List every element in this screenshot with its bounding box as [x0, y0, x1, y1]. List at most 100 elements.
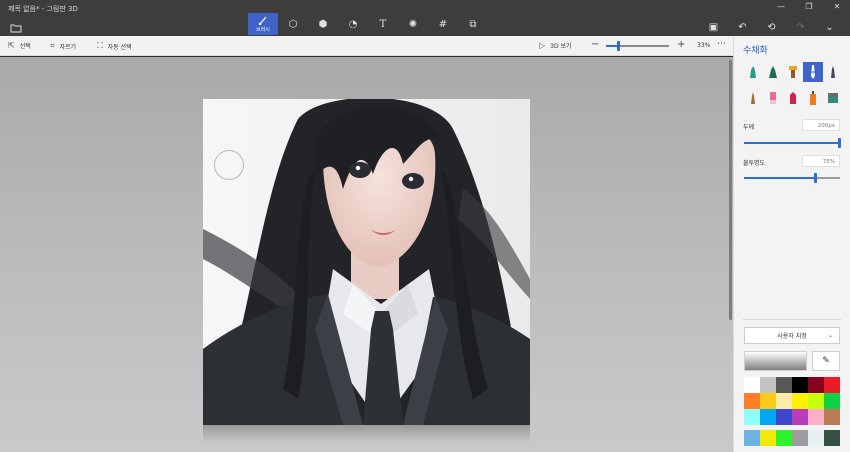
color-palette	[744, 377, 840, 425]
pixel-pen-brush[interactable]	[823, 62, 843, 82]
crayon-icon	[790, 92, 796, 104]
text-icon: T	[379, 18, 387, 30]
palette-color-swatch[interactable]	[808, 377, 824, 393]
palette-color-swatch[interactable]	[824, 377, 840, 393]
close-icon[interactable]: ✕	[830, 2, 844, 11]
palette-color-swatch[interactable]	[776, 409, 792, 425]
marker-brush[interactable]	[743, 62, 763, 82]
canvas-shadow	[203, 425, 530, 443]
palette-color-swatch[interactable]	[744, 409, 760, 425]
select-button[interactable]: ⇱ 선택	[8, 41, 31, 50]
magic-select-icon: ⛶	[97, 41, 103, 50]
stickers-button[interactable]: ◔	[338, 13, 368, 35]
palette-color-swatch[interactable]	[824, 409, 840, 425]
color-preset-dropdown[interactable]: 사용자 지정 ⌄	[744, 327, 840, 344]
effects-icon: ✺	[408, 18, 418, 30]
fill-brush[interactable]	[823, 88, 843, 108]
pencil-brush[interactable]	[743, 88, 763, 108]
spray-can-icon	[810, 91, 816, 105]
3d-shapes-icon: ⬢	[318, 18, 328, 30]
view-3d-button[interactable]: ▷ 3D 보기	[539, 41, 572, 50]
canvas-image[interactable]	[203, 99, 530, 425]
text-button[interactable]: T	[368, 13, 398, 35]
palette-color-swatch[interactable]	[792, 409, 808, 425]
eyedropper-icon[interactable]: ✎	[812, 351, 840, 371]
custom-color-swatch[interactable]	[792, 430, 808, 446]
3d-library-button[interactable]: ⧉	[458, 13, 488, 35]
2d-shapes-button[interactable]: ⬡	[278, 13, 308, 35]
zoom-out-button[interactable]: −	[591, 39, 599, 50]
eraser-brush[interactable]	[763, 88, 783, 108]
brush-grid	[743, 62, 843, 108]
magic-select-button[interactable]: ⛶ 자동 선택	[97, 41, 132, 51]
sub-toolbar: ⇱ 선택 ⌗ 자르기 ⛶ 자동 선택 ▷ 3D 보기 − + 33% ⋯	[0, 36, 733, 56]
palette-color-swatch[interactable]	[776, 393, 792, 409]
palette-color-swatch[interactable]	[776, 377, 792, 393]
redo-icon: ↷	[796, 21, 805, 33]
view-3d-icon: ▷	[539, 41, 546, 50]
palette-color-swatch[interactable]	[808, 409, 824, 425]
custom-color-swatch[interactable]	[776, 430, 792, 446]
undo-button[interactable]: ↶	[728, 16, 757, 38]
canvas-icon: #	[438, 18, 448, 30]
more-icon[interactable]: ⋯	[717, 39, 726, 49]
palette-color-swatch[interactable]	[808, 393, 824, 409]
menu-folder-icon[interactable]	[10, 18, 22, 33]
palette-color-swatch[interactable]	[744, 393, 760, 409]
thickness-slider[interactable]	[744, 138, 841, 148]
palette-color-swatch[interactable]	[744, 377, 760, 393]
marker-icon	[750, 66, 756, 78]
palette-color-swatch[interactable]	[792, 377, 808, 393]
palette-color-swatch[interactable]	[824, 393, 840, 409]
calligraphy-brush[interactable]	[763, 62, 783, 82]
custom-color-swatch[interactable]	[744, 430, 760, 446]
opacity-slider-fill	[744, 177, 816, 179]
crayon-brush[interactable]	[783, 88, 803, 108]
crop-label: 자르기	[59, 43, 77, 51]
pencil-icon	[751, 92, 755, 104]
panel-title: 수채화	[743, 46, 768, 56]
history-icon: ⟲	[767, 21, 776, 33]
crop-button[interactable]: ⌗ 자르기	[50, 41, 76, 51]
brush-tool-button[interactable]: 브러시	[248, 13, 278, 35]
opacity-input[interactable]: 75%	[802, 155, 840, 167]
zoom-slider[interactable]	[606, 41, 669, 51]
chevron-down-icon: ⌄	[825, 21, 834, 33]
palette-color-swatch[interactable]	[760, 409, 776, 425]
oil-brush[interactable]	[783, 62, 803, 82]
paste-button[interactable]: ▣	[699, 16, 728, 38]
vertical-scrollbar[interactable]	[729, 60, 732, 320]
main-tools: 브러시 ⬡ ⬢ ◔ T ✺ # ⧉	[248, 13, 488, 35]
crop-icon: ⌗	[50, 41, 55, 50]
undo-icon: ↶	[738, 21, 747, 33]
custom-color-swatch[interactable]	[824, 430, 840, 446]
chevron-down-icon: ⌄	[827, 332, 833, 339]
current-color-swatch[interactable]	[744, 351, 807, 371]
restore-icon[interactable]: ❐	[802, 2, 816, 11]
custom-color-swatch[interactable]	[808, 430, 824, 446]
select-label: 선택	[19, 43, 31, 50]
canvas-button[interactable]: #	[428, 13, 458, 35]
palette-color-swatch[interactable]	[760, 377, 776, 393]
opacity-slider[interactable]	[744, 173, 840, 183]
opacity-slider-thumb[interactable]	[814, 173, 817, 183]
history-button[interactable]: ⟲	[757, 16, 786, 38]
redo-button[interactable]: ↷	[786, 16, 815, 38]
palette-color-swatch[interactable]	[792, 393, 808, 409]
panel-divider	[743, 319, 841, 320]
zoom-value: 33%	[697, 42, 711, 49]
thickness-input[interactable]: 200px	[802, 119, 840, 131]
watercolor-brush[interactable]	[803, 62, 823, 82]
cursor-icon: ⇱	[8, 41, 15, 50]
eraser-icon	[770, 92, 776, 104]
thickness-slider-thumb[interactable]	[838, 138, 841, 148]
zoom-slider-thumb[interactable]	[617, 41, 620, 51]
effects-button[interactable]: ✺	[398, 13, 428, 35]
custom-color-swatch[interactable]	[760, 430, 776, 446]
expand-button[interactable]: ⌄	[815, 16, 844, 38]
3d-shapes-button[interactable]: ⬢	[308, 13, 338, 35]
palette-color-swatch[interactable]	[760, 393, 776, 409]
minimize-icon[interactable]: —	[774, 2, 788, 11]
spray-can-brush[interactable]	[803, 88, 823, 108]
zoom-in-button[interactable]: +	[677, 39, 685, 50]
